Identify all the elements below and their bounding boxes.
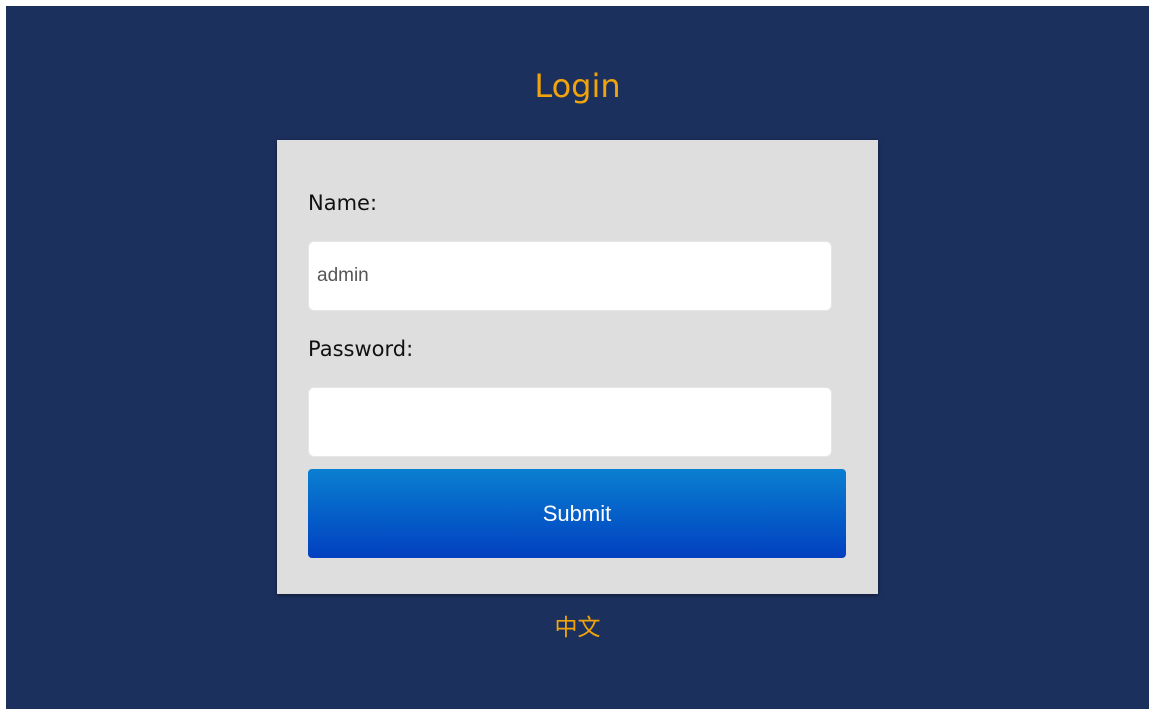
language-switch-link[interactable]: 中文 <box>6 613 1149 643</box>
password-input[interactable] <box>308 387 832 457</box>
password-label: Password: <box>308 337 414 361</box>
page-title: Login <box>534 67 621 105</box>
name-input[interactable] <box>308 241 832 311</box>
name-label: Name: <box>308 191 378 215</box>
login-form-panel: Name: Password: Submit <box>277 140 878 594</box>
login-page: Login Name: Password: Submit 中文 <box>6 6 1149 709</box>
submit-button[interactable]: Submit <box>308 469 846 558</box>
